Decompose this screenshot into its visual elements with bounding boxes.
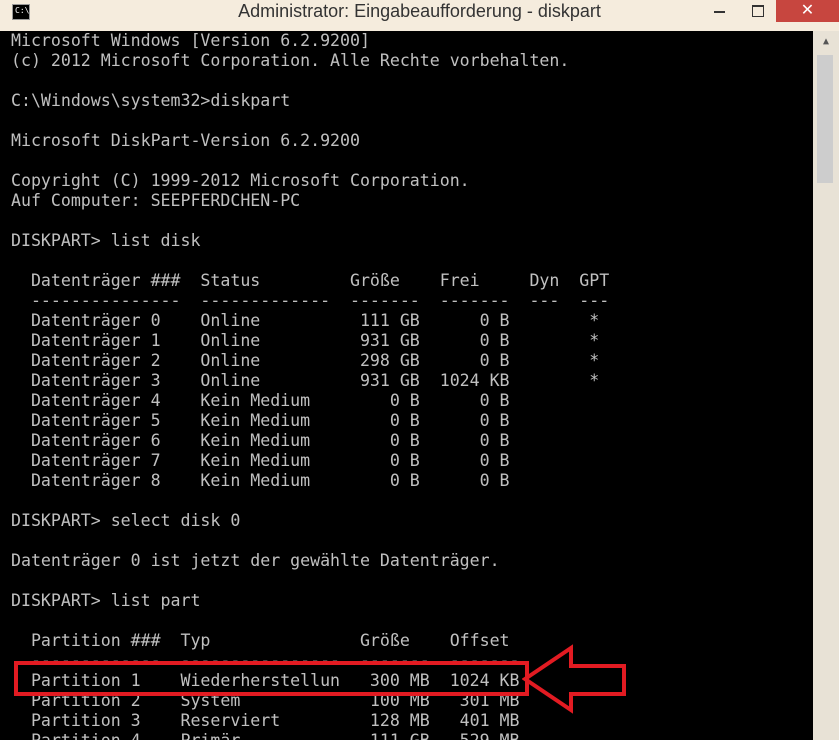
console-line: Datenträger 2 Online 298 GB 0 B * — [11, 351, 600, 370]
console-line: Datenträger 8 Kein Medium 0 B 0 B — [11, 471, 510, 490]
console-line: Datenträger 6 Kein Medium 0 B 0 B — [11, 431, 510, 450]
console-line: Datenträger 4 Kein Medium 0 B 0 B — [11, 391, 510, 410]
console-line: Partition 2 System 100 MB 301 MB — [11, 691, 520, 710]
console-line: Datenträger ### Status Größe Frei Dyn GP… — [11, 271, 610, 290]
console-line: Partition 3 Reserviert 128 MB 401 MB — [11, 711, 520, 730]
console-line: DISKPART> list part — [11, 591, 201, 610]
scroll-up-arrow-icon[interactable]: ▲ — [813, 31, 839, 53]
left-arrow-icon — [522, 644, 626, 714]
scroll-thumb[interactable] — [817, 55, 833, 183]
console-line: Microsoft DiskPart-Version 6.2.9200 — [11, 131, 360, 150]
console-line: (c) 2012 Microsoft Corporation. Alle Rec… — [11, 51, 570, 70]
console-line: Datenträger 0 ist jetzt der gewählte Dat… — [11, 551, 500, 570]
console-line: C:\Windows\system32>diskpart — [11, 91, 291, 110]
console-line: Partition 1 Wiederherstellun 300 MB 1024… — [11, 671, 520, 690]
console-line: Datenträger 1 Online 931 GB 0 B * — [11, 331, 600, 350]
console-line: --------------- ------------- ------- --… — [11, 291, 610, 310]
console-line: Datenträger 7 Kein Medium 0 B 0 B — [11, 451, 510, 470]
console-line: Copyright (C) 1999-2012 Microsoft Corpor… — [11, 171, 470, 190]
close-button[interactable]: ✕ — [776, 0, 839, 22]
console-line: Datenträger 0 Online 111 GB 0 B * — [11, 311, 600, 330]
console-output[interactable]: Microsoft Windows [Version 6.2.9200] (c) … — [0, 31, 813, 740]
maximize-button[interactable] — [740, 0, 776, 22]
console-line: ------------- ---------------- ------- -… — [11, 651, 520, 670]
minimize-button[interactable] — [701, 0, 737, 22]
console-line: Partition 4 Primär 111 GB 529 MB — [11, 731, 609, 740]
console-text: Microsoft Windows [Version 6.2.9200] (c) … — [11, 31, 609, 740]
console-line: Partition ### Typ Größe Offset — [11, 631, 510, 650]
title-bar: C:\ Administrator: Eingabeaufforderung -… — [0, 0, 839, 31]
console-line: DISKPART> select disk 0 — [11, 511, 241, 530]
console-line: Datenträger 5 Kein Medium 0 B 0 B — [11, 411, 510, 430]
console-line: Microsoft Windows [Version 6.2.9200] — [11, 31, 370, 50]
vertical-scrollbar[interactable]: ▲ — [813, 31, 839, 740]
console-line: DISKPART> list disk — [11, 231, 201, 250]
console-line: Auf Computer: SEEPFERDCHEN-PC — [11, 191, 301, 210]
console-line: Datenträger 3 Online 931 GB 1024 KB * — [11, 371, 600, 390]
